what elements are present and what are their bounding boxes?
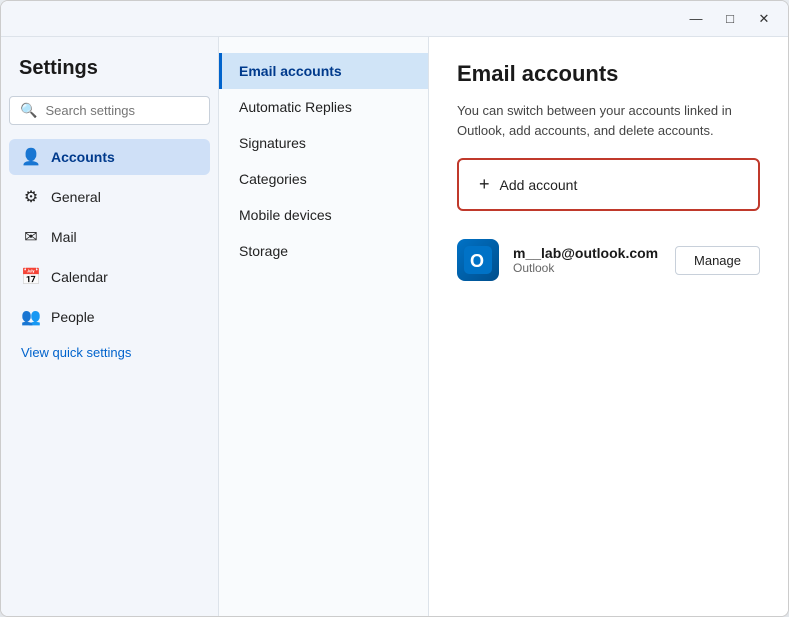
quick-settings-link[interactable]: View quick settings <box>9 339 210 366</box>
sidebar-item-mail[interactable]: ✉ Mail <box>9 219 210 255</box>
sidebar-item-people[interactable]: 👥 People <box>9 299 210 335</box>
plus-icon: + <box>479 174 490 195</box>
general-icon: ⚙ <box>21 187 41 207</box>
window-controls: — □ ✕ <box>680 5 780 33</box>
calendar-icon: 📅 <box>21 267 41 287</box>
page-description: You can switch between your accounts lin… <box>457 101 760 140</box>
sidebar-item-calendar[interactable]: 📅 Calendar <box>9 259 210 295</box>
maximize-button[interactable]: □ <box>714 5 746 33</box>
svg-text:O: O <box>470 251 484 271</box>
main-content: Email accounts You can switch between yo… <box>429 37 788 616</box>
search-icon: 🔍 <box>20 102 37 119</box>
add-account-button[interactable]: + Add account <box>457 158 760 211</box>
sidebar-label-accounts: Accounts <box>51 149 115 165</box>
accounts-icon: 👤 <box>21 147 41 167</box>
account-type: Outlook <box>513 261 661 275</box>
content-area: Settings 🔍 👤 Accounts ⚙ General ✉ Mail 📅… <box>1 37 788 616</box>
minimize-button[interactable]: — <box>680 5 712 33</box>
sidebar-item-general[interactable]: ⚙ General <box>9 179 210 215</box>
account-info: m__lab@outlook.com Outlook <box>513 245 661 275</box>
titlebar: — □ ✕ <box>1 1 788 37</box>
sidebar: Settings 🔍 👤 Accounts ⚙ General ✉ Mail 📅… <box>1 37 219 616</box>
sidebar-label-mail: Mail <box>51 229 77 245</box>
search-input[interactable] <box>45 103 199 118</box>
add-account-label: Add account <box>500 177 578 193</box>
sidebar-item-accounts[interactable]: 👤 Accounts <box>9 139 210 175</box>
mid-panel: Email accounts Automatic Replies Signatu… <box>219 37 429 616</box>
search-box[interactable]: 🔍 <box>9 96 210 125</box>
account-row: O m__lab@outlook.com Outlook Manage <box>457 231 760 289</box>
manage-button[interactable]: Manage <box>675 246 760 275</box>
mail-icon: ✉ <box>21 227 41 247</box>
mid-panel-item-automatic-replies[interactable]: Automatic Replies <box>219 89 428 125</box>
sidebar-label-people: People <box>51 309 95 325</box>
page-title: Email accounts <box>457 61 760 87</box>
app-title: Settings <box>9 53 210 92</box>
mid-panel-item-categories[interactable]: Categories <box>219 161 428 197</box>
people-icon: 👥 <box>21 307 41 327</box>
sidebar-label-calendar: Calendar <box>51 269 108 285</box>
sidebar-label-general: General <box>51 189 101 205</box>
mid-panel-item-mobile-devices[interactable]: Mobile devices <box>219 197 428 233</box>
outlook-icon: O <box>457 239 499 281</box>
mid-panel-item-signatures[interactable]: Signatures <box>219 125 428 161</box>
settings-window: — □ ✕ Settings 🔍 👤 Accounts ⚙ General ✉ … <box>0 0 789 617</box>
account-email: m__lab@outlook.com <box>513 245 661 261</box>
mid-panel-item-email-accounts[interactable]: Email accounts <box>219 53 428 89</box>
mid-panel-item-storage[interactable]: Storage <box>219 233 428 269</box>
close-button[interactable]: ✕ <box>748 5 780 33</box>
